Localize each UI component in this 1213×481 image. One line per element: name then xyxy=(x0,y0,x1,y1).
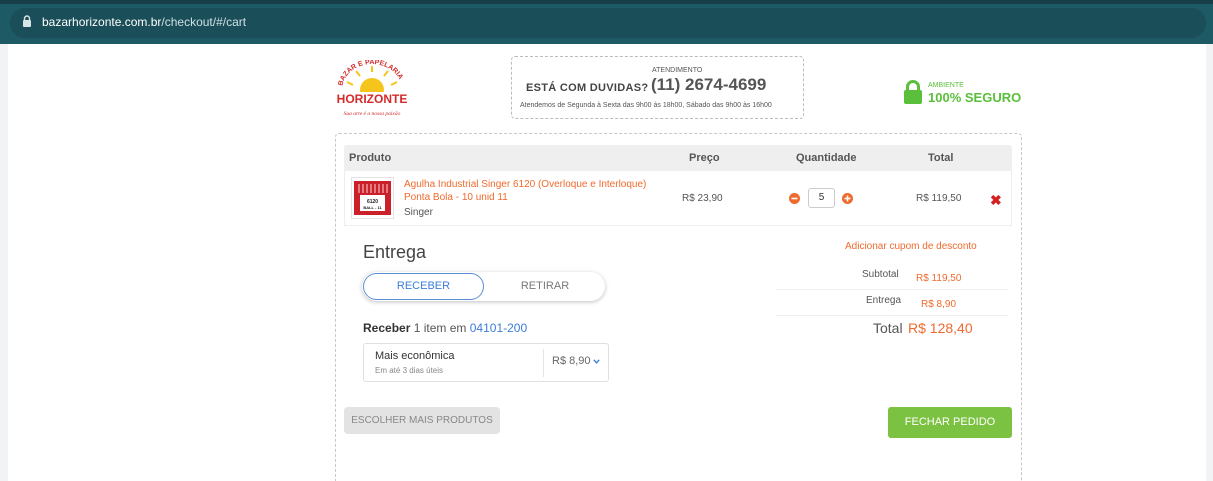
total-value: R$ 128,40 xyxy=(908,320,973,336)
remove-item-icon[interactable]: ✖ xyxy=(990,193,1002,207)
minus-circle-icon[interactable] xyxy=(789,193,800,204)
thumb-text-2: BALL - 11 xyxy=(363,205,382,210)
url-text[interactable]: bazarhorizonte.com.br/checkout/#/cart xyxy=(42,15,246,29)
delivery-cep-link[interactable]: 04101-200 xyxy=(470,321,527,335)
product-name-link[interactable]: Agulha Industrial Singer 6120 (Overloque… xyxy=(404,178,664,204)
support-label: ATENDIMENTO xyxy=(652,67,703,74)
shipping-option-days: Em até 3 dias úteis xyxy=(375,366,444,375)
column-quantidade: Quantidade xyxy=(796,152,857,164)
tab-retirar[interactable]: RETIRAR xyxy=(486,273,604,300)
shipping-value: R$ 8,90 xyxy=(921,299,957,310)
support-phone[interactable]: (11) 2674-4699 xyxy=(651,75,766,95)
shipping-option-select[interactable]: Mais econômica Em até 3 dias úteis R$ 8,… xyxy=(363,343,609,382)
tab-receber[interactable]: RECEBER xyxy=(363,273,484,300)
secure-label: AMBIENTE xyxy=(928,82,964,89)
shipping-option-name: Mais econômica xyxy=(375,350,455,362)
checkout-button[interactable]: FECHAR PEDIDO xyxy=(888,407,1012,438)
browser-tab-strip xyxy=(0,0,1213,4)
url-path: /checkout/#/cart xyxy=(161,15,247,29)
support-question: ESTÁ COM DUVIDAS? xyxy=(526,82,649,94)
subtotal-row: Subtotal R$ 119,50 xyxy=(776,266,1008,290)
delivery-summary-count: 1 item em xyxy=(413,321,467,335)
svg-text:HORIZONTE: HORIZONTE xyxy=(337,92,408,106)
shipping-label: Entrega xyxy=(866,295,902,306)
product-price: R$ 23,90 xyxy=(682,193,723,204)
column-produto: Produto xyxy=(349,152,392,164)
support-hours: Atendemos de Segunda à Sexta das 9h00 às… xyxy=(520,102,772,109)
product-thumbnail[interactable]: 6120 BALL - 11 xyxy=(351,177,394,219)
product-brand: Singer xyxy=(404,207,433,218)
choose-more-products-button[interactable]: ESCOLHER MAIS PRODUTOS xyxy=(344,407,500,434)
delivery-summary-bold: Receber xyxy=(363,321,411,335)
url-domain: bazarhorizonte.com.br xyxy=(42,15,162,29)
product-line-total: R$ 119,50 xyxy=(916,193,962,204)
total-label: Total xyxy=(873,320,903,336)
chevron-down-icon xyxy=(593,359,600,364)
cart-table-header: Produto Preço Quantidade Total xyxy=(344,145,1012,171)
subtotal-label: Subtotal xyxy=(862,269,899,280)
subtotal-value: R$ 119,50 xyxy=(916,273,962,284)
quantity-input[interactable]: 5 xyxy=(808,188,835,208)
svg-text:Sua arte é a nossa paixão: Sua arte é a nossa paixão xyxy=(344,111,401,117)
shipping-row: Entrega R$ 8,90 xyxy=(776,292,1008,316)
delivery-summary: Receber 1 item em 04101-200 xyxy=(363,321,527,335)
shipping-divider xyxy=(543,349,544,377)
add-coupon-link[interactable]: Adicionar cupom de desconto xyxy=(845,241,977,252)
column-total: Total xyxy=(928,152,954,164)
secure-value: 100% SEGURO xyxy=(928,90,1022,105)
delivery-mode-toggle: RECEBER RETIRAR xyxy=(362,272,605,301)
shipping-option-price: R$ 8,90 xyxy=(552,355,591,367)
support-box: ESTÁ COM DUVIDAS? ATENDIMENTO (11) 2674-… xyxy=(511,56,804,119)
browser-toolbar: bazarhorizonte.com.br/checkout/#/cart xyxy=(0,0,1213,44)
store-logo[interactable]: BAZAR E PAPELARIA HORIZONTE Sua arte é a… xyxy=(332,60,412,120)
lock-icon xyxy=(23,15,31,27)
column-preco: Preço xyxy=(689,152,720,164)
padlock-icon xyxy=(904,80,922,104)
delivery-title: Entrega xyxy=(363,242,427,262)
plus-circle-icon[interactable] xyxy=(842,193,853,204)
